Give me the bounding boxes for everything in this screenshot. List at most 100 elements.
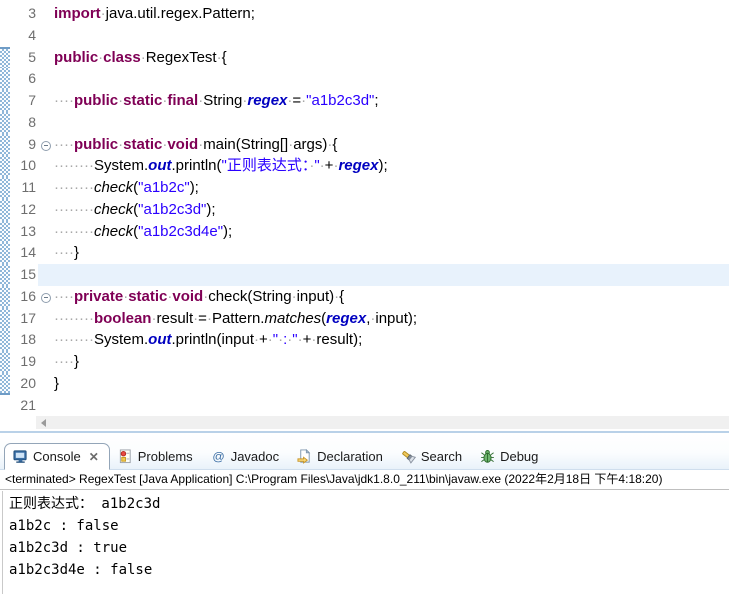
line-number[interactable]: 10 xyxy=(10,155,38,177)
console-output[interactable]: 正则表达式： a1b2c3d a1b2c : false a1b2c3d : tru… xyxy=(2,491,729,594)
collapse-icon[interactable] xyxy=(41,140,51,151)
close-icon[interactable]: ✕ xyxy=(89,451,99,463)
declaration-icon xyxy=(297,449,312,464)
tab-debug[interactable]: Debug xyxy=(472,444,548,469)
scroll-left-icon[interactable] xyxy=(41,418,46,427)
console-output-line: a1b2c3d4e : false xyxy=(9,562,153,578)
code-line: 11 ········check("a1b2c"); xyxy=(0,177,729,199)
fold-column xyxy=(38,90,54,112)
range-indicator xyxy=(0,329,10,351)
code-text[interactable]: ····public·static·void·main(String[]·arg… xyxy=(54,134,729,156)
line-number[interactable]: 15 xyxy=(10,264,38,286)
fold-column xyxy=(38,25,54,47)
tab-label: Search xyxy=(420,449,463,464)
code-line: 18 ········System.out.println(input·+·"·:… xyxy=(0,329,729,351)
fold-column xyxy=(38,351,54,373)
java-source-editor[interactable]: 3 import·java.util.regex.Pattern; 4 5 public… xyxy=(0,0,729,431)
tab-label: Debug xyxy=(500,449,539,464)
tab-console[interactable]: Console ✕ xyxy=(4,443,110,470)
code-text[interactable]: ········check("a1b2c3d4e"); xyxy=(54,221,729,243)
console-icon xyxy=(13,449,28,464)
code-text[interactable] xyxy=(54,25,729,47)
code-line: 17 ········boolean·result·=·Pattern.match… xyxy=(0,307,729,330)
code-line: 13 ········check("a1b2c3d4e"); xyxy=(0,220,729,243)
fold-column xyxy=(38,242,54,264)
line-number[interactable]: 9 xyxy=(10,134,38,156)
search-icon xyxy=(401,449,416,464)
console-output-line: 正则表达式： a1b2c3d xyxy=(9,496,161,512)
line-number[interactable]: 18 xyxy=(10,329,38,351)
line-number[interactable]: 8 xyxy=(10,112,38,134)
code-text[interactable]: ····private·static·void·check(String·inp… xyxy=(54,286,729,308)
range-indicator xyxy=(0,25,10,47)
code-text[interactable]: public·class·RegexTest·{ xyxy=(54,47,729,69)
code-line: 9 ····public·static·void·main(String[]·ar… xyxy=(0,133,729,156)
line-number[interactable]: 11 xyxy=(10,177,38,199)
line-number[interactable]: 5 xyxy=(10,47,38,69)
code-lines: 3 import·java.util.regex.Pattern; 4 5 public… xyxy=(0,3,729,416)
line-number[interactable]: 21 xyxy=(10,395,38,417)
code-text[interactable]: import·java.util.regex.Pattern; xyxy=(54,3,729,25)
code-text[interactable]: ····public·static·final·String·regex·=·"… xyxy=(54,90,729,112)
code-line: 10 ········System.out.println("正则表达式：·"·+… xyxy=(0,155,729,177)
code-line: 20} xyxy=(0,372,729,395)
line-number[interactable]: 12 xyxy=(10,199,38,221)
fold-column xyxy=(38,373,54,395)
code-text[interactable]: ········check("a1b2c"); xyxy=(54,177,729,199)
range-indicator xyxy=(0,90,10,112)
debug-icon xyxy=(480,449,495,464)
code-line: 8 xyxy=(0,111,729,134)
fold-column xyxy=(38,395,54,417)
tab-problems[interactable]: Problems xyxy=(110,444,203,469)
tab-label: Console xyxy=(33,449,81,464)
code-line: 16 ····private·static·void·check(String·i… xyxy=(0,285,729,308)
range-indicator xyxy=(0,3,10,25)
line-number[interactable]: 19 xyxy=(10,351,38,373)
code-text[interactable] xyxy=(54,264,729,286)
fold-column xyxy=(38,329,54,351)
line-number[interactable]: 4 xyxy=(10,25,38,47)
tab-label: Javadoc xyxy=(230,449,280,464)
fold-column xyxy=(38,134,54,156)
code-text[interactable]: ········boolean·result·=·Pattern.matches… xyxy=(54,308,729,330)
range-indicator xyxy=(0,155,10,177)
code-text[interactable]: ····} xyxy=(54,351,729,373)
line-number[interactable]: 7 xyxy=(10,90,38,112)
line-number[interactable]: 17 xyxy=(10,308,38,330)
line-number[interactable]: 6 xyxy=(10,68,38,90)
code-text[interactable]: ····} xyxy=(54,242,729,264)
code-line: 21 xyxy=(0,395,729,417)
line-number[interactable]: 16 xyxy=(10,286,38,308)
line-number[interactable]: 14 xyxy=(10,242,38,264)
code-text[interactable]: ········check("a1b2c3d"); xyxy=(54,199,729,221)
console-output-line: a1b2c3d : true xyxy=(9,540,128,556)
range-indicator xyxy=(0,46,10,69)
tab-javadoc[interactable]: @ Javadoc xyxy=(203,444,289,469)
code-text[interactable]: } xyxy=(54,373,729,395)
line-number[interactable]: 20 xyxy=(10,373,38,395)
code-line: 4 xyxy=(0,25,729,47)
range-indicator xyxy=(0,177,10,199)
fold-column xyxy=(38,199,54,221)
range-indicator xyxy=(0,220,10,243)
code-text[interactable]: ········System.out.println("正则表达式：·"·+·r… xyxy=(54,155,729,177)
problems-icon xyxy=(118,449,133,464)
line-number[interactable]: 13 xyxy=(10,221,38,243)
tab-search[interactable]: Search xyxy=(393,444,472,469)
collapse-icon[interactable] xyxy=(41,292,51,303)
range-indicator xyxy=(0,242,10,264)
code-text[interactable] xyxy=(54,395,729,417)
code-text[interactable]: ········System.out.println(input·+·"·:·"… xyxy=(54,329,729,351)
range-indicator xyxy=(0,372,10,395)
fold-column xyxy=(38,308,54,330)
fold-column xyxy=(38,177,54,199)
code-line: 12 ········check("a1b2c3d"); xyxy=(0,198,729,221)
range-indicator xyxy=(0,111,10,134)
code-text[interactable] xyxy=(54,112,729,134)
line-number[interactable]: 3 xyxy=(10,3,38,25)
range-indicator xyxy=(0,351,10,373)
code-text[interactable] xyxy=(54,68,729,90)
horizontal-scrollbar[interactable] xyxy=(36,416,729,429)
code-line: 7 ····public·static·final·String·regex·=·… xyxy=(0,90,729,112)
tab-declaration[interactable]: Declaration xyxy=(289,444,393,469)
